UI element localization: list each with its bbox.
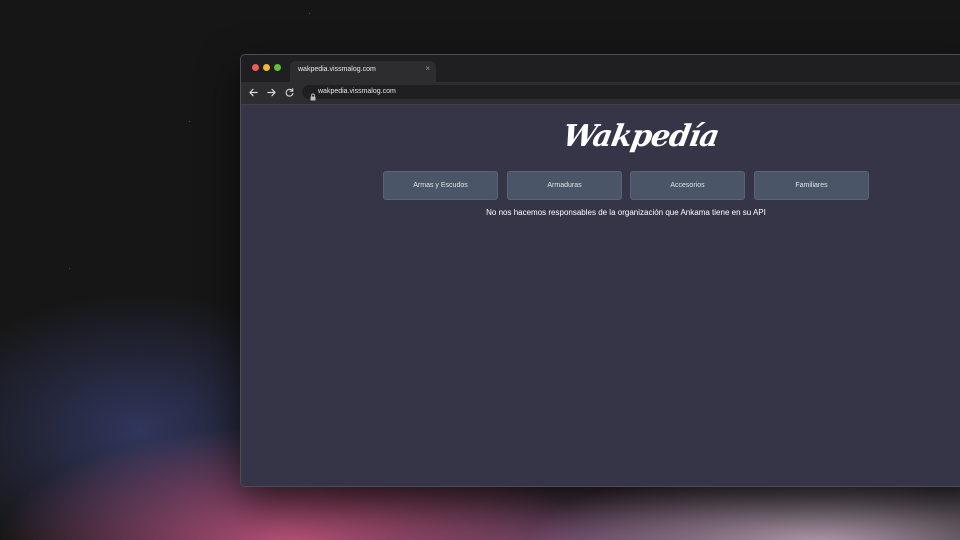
background-speck xyxy=(189,121,190,122)
window-maximize-icon[interactable] xyxy=(274,64,281,71)
browser-window: wakpedia.vissmalog.com × wakpedia.vissma… xyxy=(240,54,960,487)
page-content: Wakpedía Armas y Escudos Armaduras Acces… xyxy=(241,105,960,486)
nav-card-label: Familiares xyxy=(795,182,828,189)
close-icon[interactable]: × xyxy=(425,65,430,73)
arrow-left-icon[interactable] xyxy=(246,85,260,99)
window-close-icon[interactable] xyxy=(252,64,259,71)
browser-titlebar: wakpedia.vissmalog.com × xyxy=(241,55,960,82)
background-speck xyxy=(309,13,310,14)
browser-toolbar: wakpedia.vissmalog.com xyxy=(241,82,960,105)
nav-card-label: Armas y Escudos xyxy=(413,182,468,189)
window-minimize-icon[interactable] xyxy=(263,64,270,71)
lock-icon xyxy=(309,88,317,101)
arrow-right-icon[interactable] xyxy=(264,85,278,99)
reload-icon[interactable] xyxy=(282,85,296,99)
nav-card-label: Accesorios xyxy=(670,182,705,189)
nav-card-label: Armaduras xyxy=(547,182,582,189)
url-text[interactable]: wakpedia.vissmalog.com xyxy=(318,88,396,95)
site-logo[interactable]: Wakpedía xyxy=(560,119,721,154)
browser-tab[interactable]: wakpedia.vissmalog.com × xyxy=(290,61,436,82)
nav-card-familiares[interactable]: Familiares xyxy=(754,171,869,200)
tab-title: wakpedia.vissmalog.com xyxy=(298,66,376,73)
background-speck xyxy=(69,268,70,269)
nav-card-armaduras[interactable]: Armaduras xyxy=(507,171,622,200)
nav-card-accesorios[interactable]: Accesorios xyxy=(630,171,745,200)
disclaimer-text: No nos hacemos responsables de la organi… xyxy=(486,208,766,217)
nav-card-armas-y-escudos[interactable]: Armas y Escudos xyxy=(383,171,498,200)
address-bar[interactable]: wakpedia.vissmalog.com xyxy=(302,85,960,101)
